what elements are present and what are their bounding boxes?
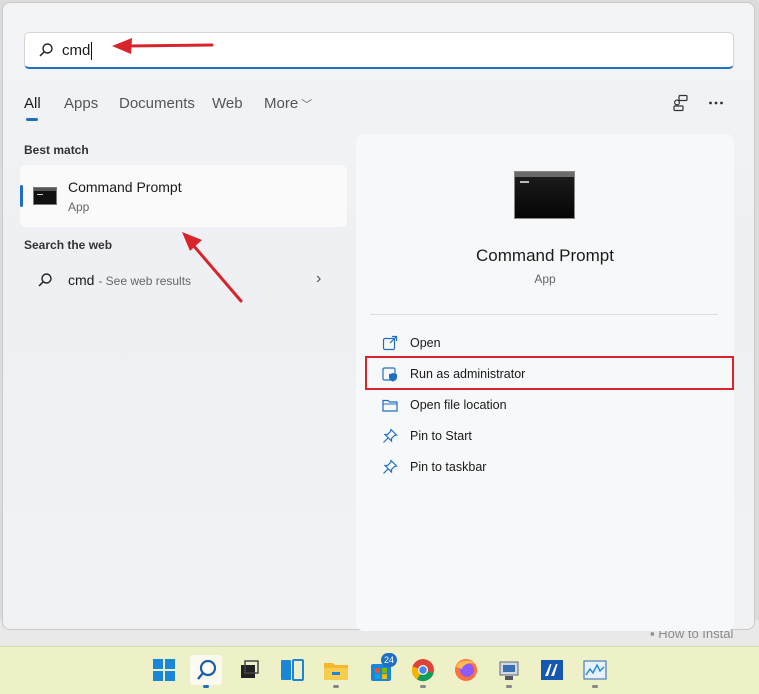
- search-web-header: Search the web: [24, 238, 113, 252]
- action-open-file-location[interactable]: Open file location: [364, 390, 736, 420]
- connected-devices-icon[interactable]: [672, 94, 690, 112]
- action-pin-to-taskbar-label: Pin to taskbar: [410, 460, 487, 474]
- network-app-icon: [499, 661, 519, 680]
- tab-documents[interactable]: Documents: [119, 95, 195, 112]
- start-button[interactable]: [148, 655, 180, 685]
- action-pin-to-start-label: Pin to Start: [410, 429, 472, 443]
- best-match-result[interactable]: Command Prompt App: [20, 165, 347, 227]
- web-search-text: cmd - See web results: [68, 272, 191, 288]
- task-view-icon: [241, 660, 259, 678]
- tab-all[interactable]: All: [24, 95, 41, 112]
- action-open[interactable]: Open: [364, 328, 736, 358]
- running-indicator: [506, 685, 512, 688]
- search-box[interactable]: cmd: [24, 32, 734, 69]
- app-details-subtitle: App: [534, 272, 556, 286]
- active-indicator: [203, 685, 209, 688]
- file-explorer-button[interactable]: [320, 655, 352, 688]
- best-match-header: Best match: [24, 143, 89, 157]
- taskbar-app-3[interactable]: [579, 655, 611, 688]
- action-open-label: Open: [410, 336, 441, 350]
- best-match-title: Command Prompt: [68, 179, 182, 195]
- selection-accent: [20, 185, 23, 207]
- command-prompt-icon: [33, 187, 57, 205]
- web-search-result[interactable]: cmd - See web results ›: [20, 262, 347, 298]
- action-pin-to-taskbar[interactable]: Pin to taskbar: [364, 452, 736, 482]
- folder-icon: [324, 663, 348, 680]
- chrome-button[interactable]: [407, 655, 439, 688]
- taskbar: 24: [0, 646, 759, 694]
- highlight-box: [365, 356, 734, 390]
- search-input[interactable]: cmd: [62, 42, 93, 60]
- monitor-app-icon: [583, 660, 607, 680]
- store-button[interactable]: 24: [365, 653, 397, 685]
- chevron-right-icon: ›: [316, 270, 322, 287]
- taskbar-search[interactable]: [190, 655, 222, 688]
- action-pin-to-start[interactable]: Pin to Start: [364, 421, 736, 451]
- task-view-button[interactable]: [233, 655, 265, 685]
- search-icon: [197, 659, 217, 680]
- firefox-button[interactable]: [450, 655, 482, 685]
- taskbar-app-2[interactable]: [536, 655, 568, 685]
- ellipsis-icon[interactable]: [707, 94, 725, 112]
- chrome-icon: [411, 659, 434, 682]
- web-search-suffix: - See web results: [98, 274, 192, 288]
- app-icon: [541, 660, 563, 680]
- command-prompt-icon: [514, 171, 575, 219]
- running-indicator: [592, 685, 598, 688]
- web-search-query: cmd: [68, 272, 95, 288]
- widgets-button[interactable]: [276, 655, 308, 685]
- divider: [370, 314, 718, 315]
- best-match-subtitle: App: [68, 200, 90, 214]
- windows-logo-icon: [153, 659, 175, 681]
- taskbar-app-1[interactable]: [493, 655, 525, 688]
- running-indicator: [333, 685, 339, 688]
- tab-more-label: More: [264, 95, 299, 112]
- chevron-down-icon: ﹀: [301, 99, 313, 111]
- running-indicator: [420, 685, 426, 688]
- tab-more[interactable]: More ﹀: [264, 95, 312, 112]
- pin-icon: [383, 459, 398, 474]
- widgets-icon: [281, 659, 304, 681]
- tab-apps[interactable]: Apps: [64, 95, 98, 112]
- action-open-file-location-label: Open file location: [410, 398, 507, 412]
- firefox-icon: [455, 659, 477, 681]
- app-details-title: Command Prompt: [476, 246, 614, 265]
- tab-web[interactable]: Web: [212, 95, 243, 112]
- search-icon: [38, 273, 52, 287]
- folder-icon: [382, 399, 398, 412]
- pin-icon: [383, 428, 398, 443]
- notification-badge: 24: [381, 653, 397, 667]
- search-icon: [39, 43, 53, 57]
- open-external-icon: [382, 335, 398, 351]
- active-tab-indicator: [26, 118, 38, 121]
